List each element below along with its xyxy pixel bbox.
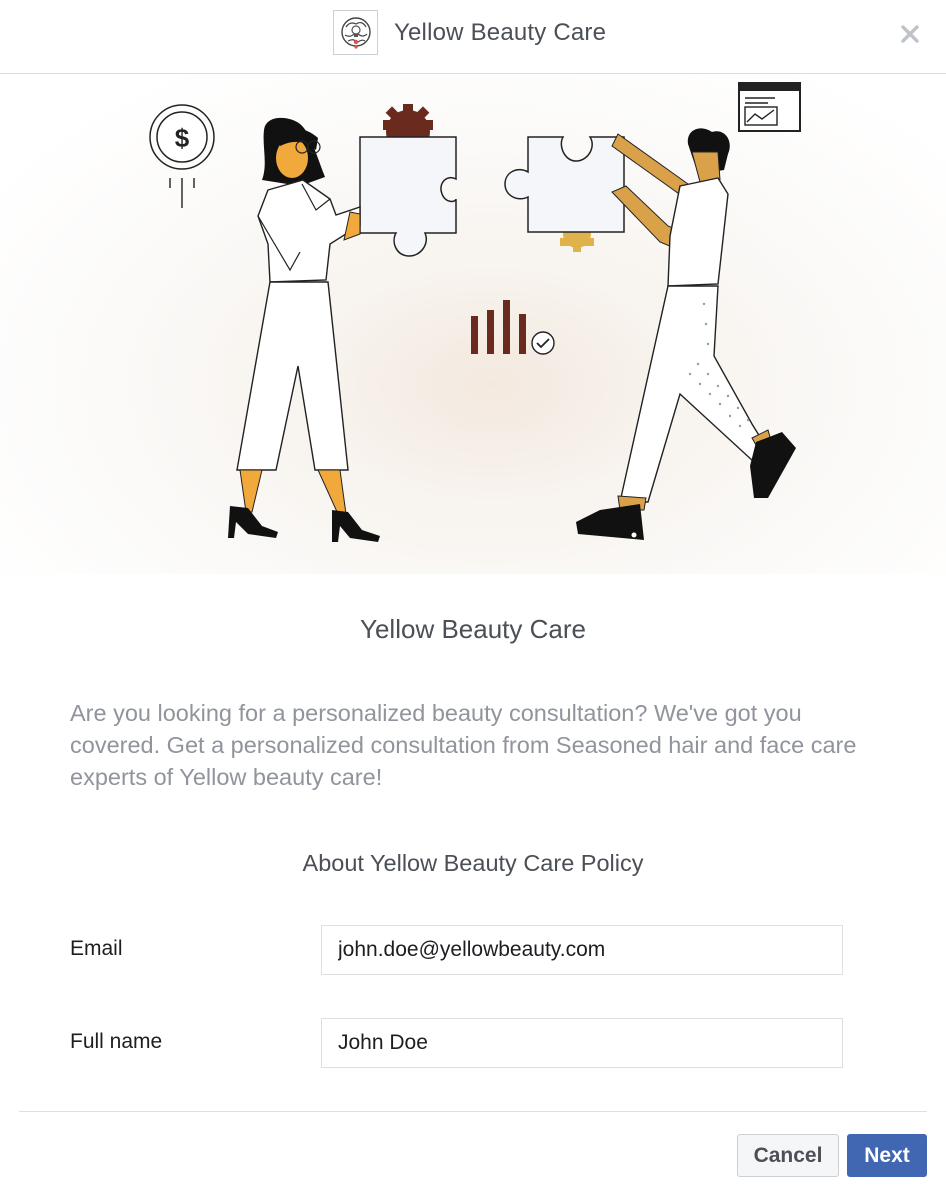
next-button[interactable]: Next xyxy=(847,1134,927,1177)
fullname-field[interactable] xyxy=(321,1018,843,1068)
brand-name: Yellow Beauty Care xyxy=(394,18,607,46)
email-field[interactable] xyxy=(321,925,843,975)
footer-divider xyxy=(19,1111,927,1112)
svg-text:$: $ xyxy=(175,123,190,153)
brand-logo-icon xyxy=(333,10,378,55)
cancel-button[interactable]: Cancel xyxy=(737,1134,839,1177)
modal-header: Yellow Beauty Care xyxy=(0,0,946,74)
description-text: Are you looking for a personalized beaut… xyxy=(70,700,857,790)
woman-figure xyxy=(228,117,380,542)
browser-chart-icon xyxy=(738,82,801,132)
fullname-label: Full name xyxy=(70,1030,163,1053)
close-icon[interactable] xyxy=(901,25,919,43)
policy-link[interactable]: About Yellow Beauty Care Policy xyxy=(0,850,946,877)
email-label: Email xyxy=(70,937,123,960)
dollar-coin-icon: $ xyxy=(149,104,215,208)
page-title: Yellow Beauty Care xyxy=(360,614,586,644)
brand: Yellow Beauty Care xyxy=(333,10,606,55)
bar-chart-check-icon xyxy=(471,300,555,355)
hero-illustration: $ xyxy=(0,74,946,574)
close-button[interactable] xyxy=(896,20,924,48)
